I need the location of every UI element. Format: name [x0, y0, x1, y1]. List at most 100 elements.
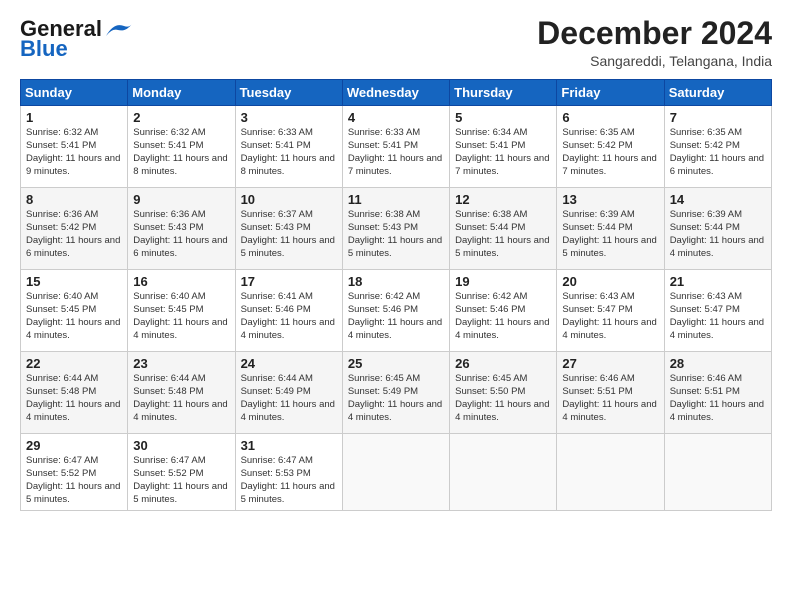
table-row: 2 Sunrise: 6:32 AM Sunset: 5:41 PM Dayli…	[128, 106, 235, 188]
table-row: 18 Sunrise: 6:42 AM Sunset: 5:46 PM Dayl…	[342, 270, 449, 352]
table-row: 12 Sunrise: 6:38 AM Sunset: 5:44 PM Dayl…	[450, 188, 557, 270]
day-number: 29	[26, 438, 122, 453]
table-row: 31 Sunrise: 6:47 AM Sunset: 5:53 PM Dayl…	[235, 434, 342, 511]
day-number: 17	[241, 274, 337, 289]
day-number: 20	[562, 274, 658, 289]
day-info: Sunrise: 6:41 AM Sunset: 5:46 PM Dayligh…	[241, 291, 337, 342]
day-info: Sunrise: 6:39 AM Sunset: 5:44 PM Dayligh…	[562, 209, 658, 260]
day-number: 10	[241, 192, 337, 207]
day-number: 26	[455, 356, 551, 371]
day-number: 9	[133, 192, 229, 207]
col-saturday: Saturday	[664, 80, 771, 106]
table-row: 28 Sunrise: 6:46 AM Sunset: 5:51 PM Dayl…	[664, 352, 771, 434]
day-info: Sunrise: 6:45 AM Sunset: 5:49 PM Dayligh…	[348, 373, 444, 424]
table-row: 7 Sunrise: 6:35 AM Sunset: 5:42 PM Dayli…	[664, 106, 771, 188]
page: General Blue December 2024 Sangareddi, T…	[0, 0, 792, 612]
logo: General Blue	[20, 16, 134, 62]
day-info: Sunrise: 6:44 AM Sunset: 5:49 PM Dayligh…	[241, 373, 337, 424]
day-number: 13	[562, 192, 658, 207]
table-row: 14 Sunrise: 6:39 AM Sunset: 5:44 PM Dayl…	[664, 188, 771, 270]
logo-blue: Blue	[20, 36, 68, 62]
calendar-header-row: Sunday Monday Tuesday Wednesday Thursday…	[21, 80, 772, 106]
month-title: December 2024	[537, 16, 772, 51]
table-row: 19 Sunrise: 6:42 AM Sunset: 5:46 PM Dayl…	[450, 270, 557, 352]
day-info: Sunrise: 6:36 AM Sunset: 5:42 PM Dayligh…	[26, 209, 122, 260]
day-number: 30	[133, 438, 229, 453]
day-info: Sunrise: 6:38 AM Sunset: 5:43 PM Dayligh…	[348, 209, 444, 260]
calendar-table: Sunday Monday Tuesday Wednesday Thursday…	[20, 79, 772, 511]
day-info: Sunrise: 6:32 AM Sunset: 5:41 PM Dayligh…	[26, 127, 122, 178]
table-row: 30 Sunrise: 6:47 AM Sunset: 5:52 PM Dayl…	[128, 434, 235, 511]
table-row: 8 Sunrise: 6:36 AM Sunset: 5:42 PM Dayli…	[21, 188, 128, 270]
day-info: Sunrise: 6:33 AM Sunset: 5:41 PM Dayligh…	[241, 127, 337, 178]
day-number: 8	[26, 192, 122, 207]
day-info: Sunrise: 6:40 AM Sunset: 5:45 PM Dayligh…	[26, 291, 122, 342]
col-monday: Monday	[128, 80, 235, 106]
header: General Blue December 2024 Sangareddi, T…	[20, 16, 772, 69]
table-row: 1 Sunrise: 6:32 AM Sunset: 5:41 PM Dayli…	[21, 106, 128, 188]
table-row	[450, 434, 557, 511]
day-number: 15	[26, 274, 122, 289]
location: Sangareddi, Telangana, India	[537, 53, 772, 69]
day-info: Sunrise: 6:33 AM Sunset: 5:41 PM Dayligh…	[348, 127, 444, 178]
table-row	[342, 434, 449, 511]
table-row: 4 Sunrise: 6:33 AM Sunset: 5:41 PM Dayli…	[342, 106, 449, 188]
day-number: 25	[348, 356, 444, 371]
day-number: 16	[133, 274, 229, 289]
day-number: 12	[455, 192, 551, 207]
table-row: 21 Sunrise: 6:43 AM Sunset: 5:47 PM Dayl…	[664, 270, 771, 352]
day-number: 18	[348, 274, 444, 289]
day-number: 23	[133, 356, 229, 371]
table-row: 27 Sunrise: 6:46 AM Sunset: 5:51 PM Dayl…	[557, 352, 664, 434]
day-info: Sunrise: 6:45 AM Sunset: 5:50 PM Dayligh…	[455, 373, 551, 424]
table-row	[557, 434, 664, 511]
day-info: Sunrise: 6:42 AM Sunset: 5:46 PM Dayligh…	[348, 291, 444, 342]
table-row: 5 Sunrise: 6:34 AM Sunset: 5:41 PM Dayli…	[450, 106, 557, 188]
day-info: Sunrise: 6:40 AM Sunset: 5:45 PM Dayligh…	[133, 291, 229, 342]
table-row: 16 Sunrise: 6:40 AM Sunset: 5:45 PM Dayl…	[128, 270, 235, 352]
day-info: Sunrise: 6:47 AM Sunset: 5:52 PM Dayligh…	[133, 455, 229, 506]
day-info: Sunrise: 6:37 AM Sunset: 5:43 PM Dayligh…	[241, 209, 337, 260]
day-number: 11	[348, 192, 444, 207]
day-info: Sunrise: 6:34 AM Sunset: 5:41 PM Dayligh…	[455, 127, 551, 178]
day-number: 19	[455, 274, 551, 289]
day-info: Sunrise: 6:44 AM Sunset: 5:48 PM Dayligh…	[26, 373, 122, 424]
day-number: 22	[26, 356, 122, 371]
table-row: 15 Sunrise: 6:40 AM Sunset: 5:45 PM Dayl…	[21, 270, 128, 352]
day-info: Sunrise: 6:36 AM Sunset: 5:43 PM Dayligh…	[133, 209, 229, 260]
table-row: 22 Sunrise: 6:44 AM Sunset: 5:48 PM Dayl…	[21, 352, 128, 434]
table-row: 23 Sunrise: 6:44 AM Sunset: 5:48 PM Dayl…	[128, 352, 235, 434]
table-row: 24 Sunrise: 6:44 AM Sunset: 5:49 PM Dayl…	[235, 352, 342, 434]
day-info: Sunrise: 6:44 AM Sunset: 5:48 PM Dayligh…	[133, 373, 229, 424]
day-number: 6	[562, 110, 658, 125]
day-info: Sunrise: 6:43 AM Sunset: 5:47 PM Dayligh…	[562, 291, 658, 342]
logo-bird-icon	[104, 18, 134, 40]
day-info: Sunrise: 6:32 AM Sunset: 5:41 PM Dayligh…	[133, 127, 229, 178]
day-info: Sunrise: 6:46 AM Sunset: 5:51 PM Dayligh…	[670, 373, 766, 424]
day-info: Sunrise: 6:43 AM Sunset: 5:47 PM Dayligh…	[670, 291, 766, 342]
day-number: 27	[562, 356, 658, 371]
table-row: 10 Sunrise: 6:37 AM Sunset: 5:43 PM Dayl…	[235, 188, 342, 270]
table-row: 20 Sunrise: 6:43 AM Sunset: 5:47 PM Dayl…	[557, 270, 664, 352]
day-number: 21	[670, 274, 766, 289]
day-info: Sunrise: 6:42 AM Sunset: 5:46 PM Dayligh…	[455, 291, 551, 342]
table-row: 11 Sunrise: 6:38 AM Sunset: 5:43 PM Dayl…	[342, 188, 449, 270]
title-block: December 2024 Sangareddi, Telangana, Ind…	[537, 16, 772, 69]
day-number: 31	[241, 438, 337, 453]
day-info: Sunrise: 6:46 AM Sunset: 5:51 PM Dayligh…	[562, 373, 658, 424]
day-number: 28	[670, 356, 766, 371]
table-row: 6 Sunrise: 6:35 AM Sunset: 5:42 PM Dayli…	[557, 106, 664, 188]
day-number: 14	[670, 192, 766, 207]
day-number: 4	[348, 110, 444, 125]
table-row	[664, 434, 771, 511]
table-row: 17 Sunrise: 6:41 AM Sunset: 5:46 PM Dayl…	[235, 270, 342, 352]
col-friday: Friday	[557, 80, 664, 106]
day-number: 5	[455, 110, 551, 125]
day-info: Sunrise: 6:35 AM Sunset: 5:42 PM Dayligh…	[562, 127, 658, 178]
table-row: 26 Sunrise: 6:45 AM Sunset: 5:50 PM Dayl…	[450, 352, 557, 434]
day-info: Sunrise: 6:35 AM Sunset: 5:42 PM Dayligh…	[670, 127, 766, 178]
day-number: 1	[26, 110, 122, 125]
day-number: 3	[241, 110, 337, 125]
day-number: 7	[670, 110, 766, 125]
table-row: 29 Sunrise: 6:47 AM Sunset: 5:52 PM Dayl…	[21, 434, 128, 511]
